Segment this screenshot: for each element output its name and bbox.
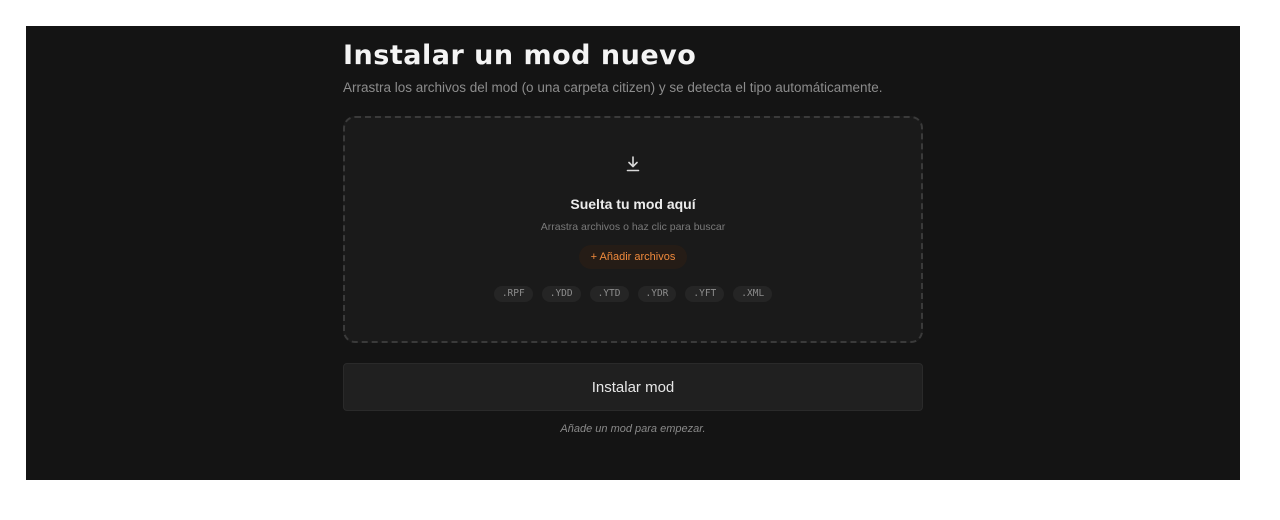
extension-chip-yft: .YFT [685, 286, 725, 302]
download-icon [345, 156, 921, 174]
mod-dropzone[interactable]: Suelta tu mod aquí Arrastra archivos o h… [343, 116, 923, 343]
extension-chip-ydd: .YDD [541, 286, 581, 302]
page-subtitle: Arrastra los archivos del mod (o una car… [343, 80, 883, 95]
extension-chip-rpf: .RPF [493, 286, 533, 302]
extension-chip-ytd: .YTD [589, 286, 629, 302]
supported-extensions: .RPF .YDD .YTD .YDR .YFT .XML [345, 286, 921, 302]
mod-installer-panel: Instalar un mod nuevo Arrastra los archi… [26, 26, 1240, 480]
extension-chip-xml: .XML [733, 286, 773, 302]
page-title: Instalar un mod nuevo [343, 40, 697, 71]
dropzone-title: Suelta tu mod aquí [570, 196, 696, 212]
add-files-wrapper: + Añadir archivos [345, 245, 921, 269]
add-files-button[interactable]: + Añadir archivos [578, 245, 688, 269]
extension-chip-ydr: .YDR [637, 286, 677, 302]
install-status-text: Añade un mod para empezar. [560, 423, 706, 435]
install-mod-button[interactable]: Instalar mod [343, 363, 923, 411]
dropzone-hint: Arrastra archivos o haz clic para buscar [540, 221, 726, 233]
